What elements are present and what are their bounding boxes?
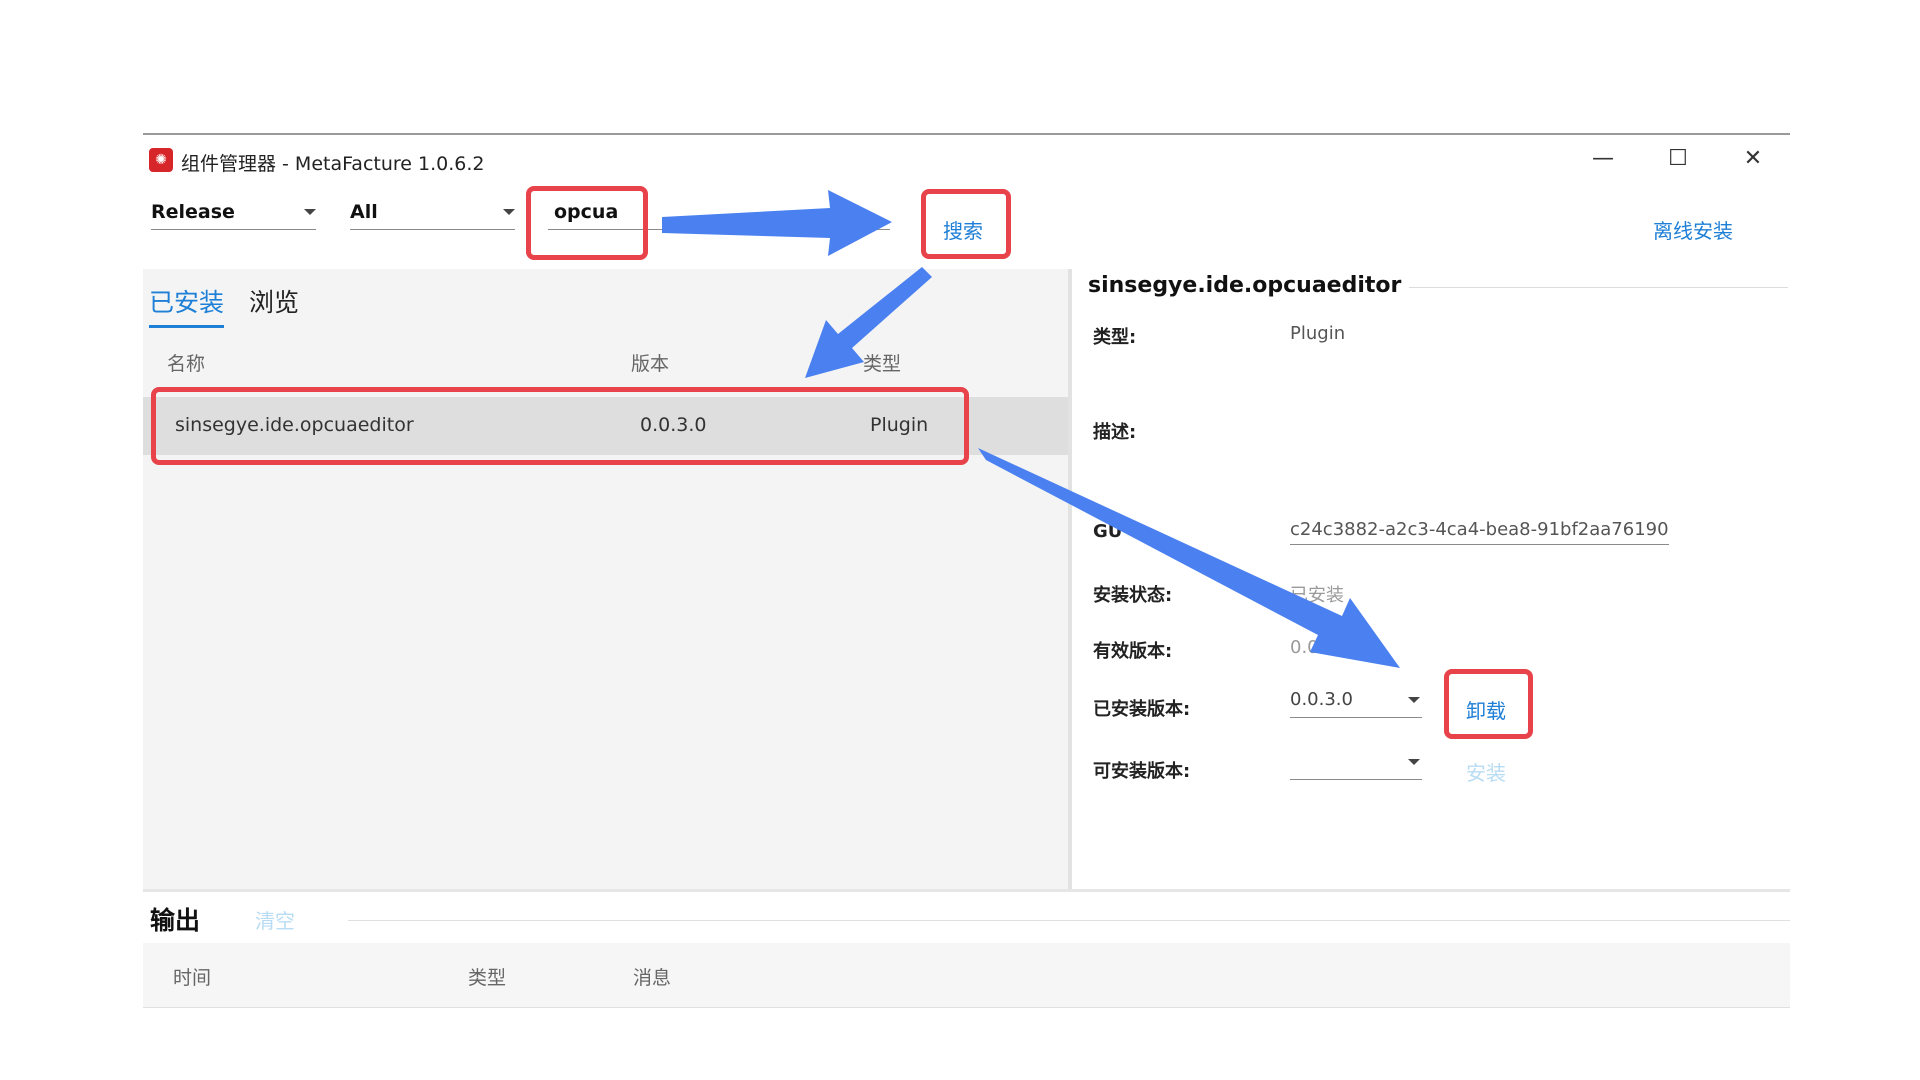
column-header-name[interactable]: 名称 (167, 349, 205, 376)
chevron-down-icon (1408, 759, 1420, 765)
chevron-down-icon (304, 209, 316, 215)
guid-label: GU (1093, 521, 1123, 542)
app-logo-icon: ✺ (149, 148, 173, 172)
column-header-version[interactable]: 版本 (631, 349, 669, 376)
installed-version-dropdown[interactable]: 0.0.3.0 (1290, 683, 1422, 718)
output-table-header: 时间 类型 消息 (143, 943, 1790, 1008)
component-list-panel: 已安装 浏览 名称 版本 类型 sinsegye.ide.opcuaeditor… (143, 269, 1072, 889)
column-header-type[interactable]: 类型 (863, 349, 901, 376)
chevron-down-icon (503, 209, 515, 215)
install-status-value: 已安装 (1290, 585, 1344, 606)
type-label: 类型: (1093, 327, 1137, 348)
channel-dropdown[interactable]: Release (151, 195, 316, 230)
output-column-time[interactable]: 时间 (173, 963, 211, 990)
close-button[interactable]: ✕ (1733, 143, 1773, 175)
installed-version-value: 0.0.3.0 (1290, 689, 1353, 710)
minimize-button[interactable]: — (1583, 143, 1623, 175)
search-input-highlight (526, 186, 648, 260)
clear-output-button[interactable]: 清空 (255, 905, 295, 934)
maximize-button[interactable]: ☐ (1658, 143, 1698, 175)
installed-version-label: 已安装版本: (1093, 699, 1191, 720)
row-highlight (151, 387, 969, 465)
guid-value[interactable]: c24c3882-a2c3-4ca4-bea8-91bf2aa76190 (1290, 519, 1669, 545)
available-version-label: 可安装版本: (1093, 761, 1191, 782)
output-column-message[interactable]: 消息 (633, 963, 671, 990)
component-manager-window: ✺ 组件管理器 - MetaFacture 1.0.6.2 — ☐ ✕ Rele… (143, 133, 1790, 1035)
available-version-dropdown[interactable] (1290, 745, 1422, 780)
offline-install-button[interactable]: 离线安装 (1653, 215, 1733, 244)
install-status-label: 安装状态: (1093, 585, 1173, 606)
output-separator (143, 889, 1790, 892)
type-value: Plugin (1290, 323, 1346, 344)
window-title: 组件管理器 - MetaFacture 1.0.6.2 (181, 153, 485, 175)
effective-version-label: 有效版本: (1093, 641, 1173, 662)
channel-dropdown-value: Release (151, 201, 235, 223)
tab-installed[interactable]: 已安装 (149, 281, 225, 328)
uninstall-button-highlight (1444, 669, 1533, 739)
output-column-type[interactable]: 类型 (468, 963, 506, 990)
category-dropdown-value: All (350, 201, 378, 223)
tab-browse[interactable]: 浏览 (249, 281, 299, 325)
output-title-line (348, 920, 1790, 921)
output-title: 输出 (150, 906, 201, 935)
category-dropdown[interactable]: All (350, 195, 515, 230)
chevron-down-icon (1408, 697, 1420, 703)
description-label: 描述: (1093, 422, 1137, 443)
search-button-highlight (921, 189, 1011, 259)
install-button[interactable]: 安装 (1466, 757, 1506, 786)
detail-title: sinsegye.ide.opcuaeditor (1088, 273, 1410, 298)
effective-version-value: 0.0.3 (1290, 637, 1336, 658)
